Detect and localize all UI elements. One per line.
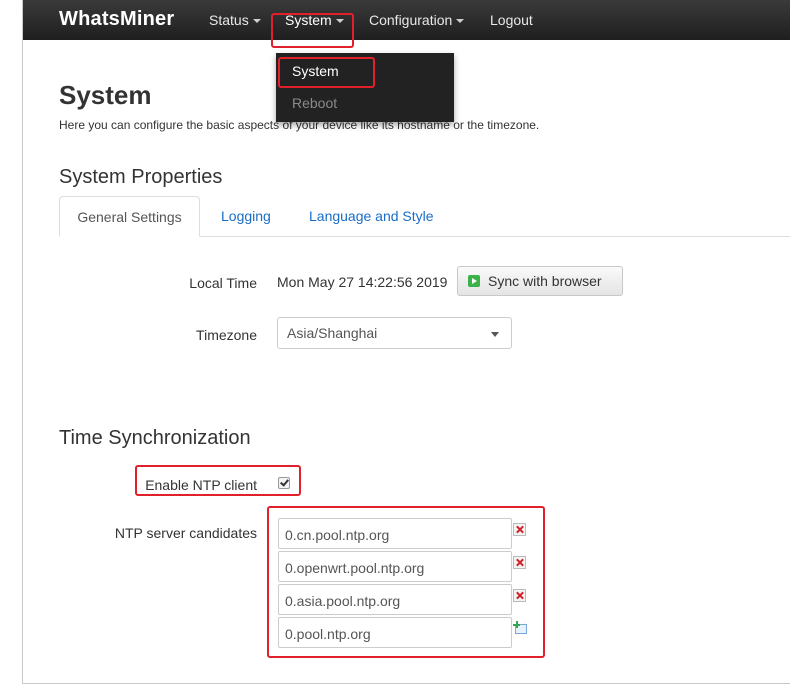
remove-icon[interactable]: [513, 556, 526, 569]
nav-status-label: Status: [209, 12, 249, 28]
chevron-down-icon: [491, 332, 499, 337]
sync-with-browser-button[interactable]: Sync with browser: [457, 266, 623, 296]
dropdown-item-system[interactable]: System: [292, 63, 339, 79]
section-time-synchronization: Time Synchronization: [59, 427, 251, 449]
nav-system-label: System: [285, 12, 332, 28]
local-time-value: Mon May 27 14:22:56 2019: [277, 274, 448, 290]
nav-configuration[interactable]: Configuration: [369, 12, 465, 28]
ntp-server-value: 0.cn.pool.ntp.org: [285, 527, 390, 543]
sync-icon: [468, 275, 480, 287]
system-dropdown-menu: System Reboot: [276, 53, 454, 122]
nav-status[interactable]: Status: [209, 12, 261, 28]
ntp-server-input-4[interactable]: 0.pool.ntp.org: [278, 617, 512, 648]
chevron-down-icon: [456, 19, 465, 24]
sync-button-label: Sync with browser: [488, 273, 602, 289]
timezone-label: Timezone: [196, 327, 257, 343]
add-icon[interactable]: [513, 621, 528, 635]
tab-general-settings[interactable]: General Settings: [59, 196, 200, 237]
ntp-server-value: 0.openwrt.pool.ntp.org: [285, 560, 425, 576]
tab-language-and-style[interactable]: Language and Style: [309, 196, 434, 236]
local-time-label: Local Time: [189, 275, 257, 291]
ntp-server-input-2[interactable]: 0.openwrt.pool.ntp.org: [278, 551, 512, 582]
remove-icon[interactable]: [513, 523, 526, 536]
chevron-down-icon: [252, 19, 261, 24]
dropdown-item-reboot[interactable]: Reboot: [292, 95, 337, 111]
brand-logo[interactable]: WhatsMiner: [59, 8, 174, 31]
timezone-value: Asia/Shanghai: [287, 325, 378, 341]
settings-tabs: General Settings Logging Language and St…: [59, 196, 790, 237]
page-title: System: [59, 80, 152, 110]
timezone-select[interactable]: Asia/Shanghai: [277, 317, 512, 349]
section-system-properties: System Properties: [59, 166, 223, 188]
ntp-server-input-3[interactable]: 0.asia.pool.ntp.org: [278, 584, 512, 615]
top-navbar: WhatsMiner Status System Configuration L…: [23, 0, 790, 40]
ntp-server-value: 0.pool.ntp.org: [285, 626, 371, 642]
page-frame: WhatsMiner Status System Configuration L…: [22, 0, 790, 684]
nav-system[interactable]: System: [285, 12, 344, 28]
ntp-servers-label: NTP server candidates: [114, 525, 257, 541]
ntp-server-value: 0.asia.pool.ntp.org: [285, 593, 401, 609]
plus-icon: [513, 621, 520, 628]
tab-logging[interactable]: Logging: [221, 196, 271, 236]
ntp-server-input-1[interactable]: 0.cn.pool.ntp.org: [278, 518, 512, 549]
enable-ntp-label: Enable NTP client: [145, 477, 257, 493]
enable-ntp-checkbox[interactable]: [278, 477, 290, 489]
chevron-down-icon: [335, 19, 344, 24]
nav-logout[interactable]: Logout: [490, 12, 533, 28]
nav-configuration-label: Configuration: [369, 12, 453, 28]
remove-icon[interactable]: [513, 589, 526, 602]
